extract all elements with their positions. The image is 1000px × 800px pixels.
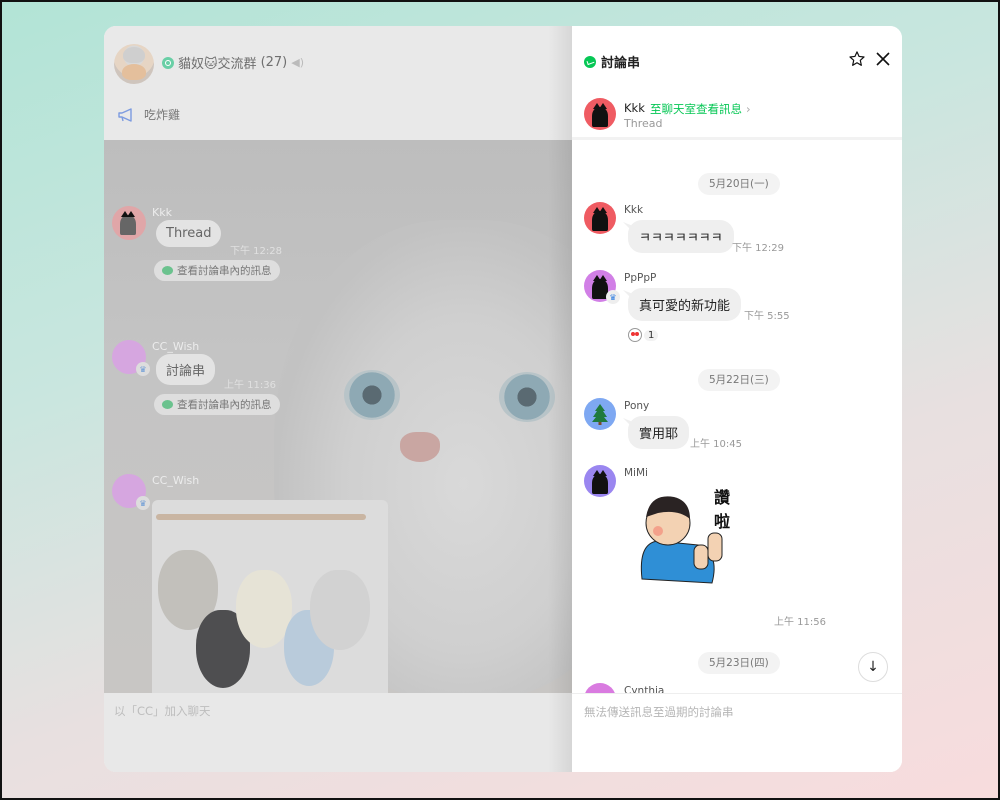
message-time: 下午 5:55 xyxy=(744,311,790,322)
message-time: 上午 10:45 xyxy=(690,439,742,450)
group-title[interactable]: 貓奴🐱交流群 (27) ◀) xyxy=(162,53,304,72)
crown-icon: ♛ xyxy=(136,496,150,510)
photo-message[interactable] xyxy=(152,500,388,693)
sender-name: PpPpP xyxy=(624,272,657,284)
group-avatar[interactable] xyxy=(114,44,154,84)
sender-name: Kkk xyxy=(152,206,172,219)
star-icon xyxy=(849,51,865,66)
avatar[interactable] xyxy=(584,398,616,430)
close-icon xyxy=(876,52,890,66)
parent-message-text: Thread xyxy=(624,117,663,130)
heart-eyes-emoji-icon xyxy=(628,328,642,342)
message-bubble[interactable]: 真可愛的新功能 xyxy=(628,288,742,321)
message-bubble[interactable]: 討論串 xyxy=(156,354,216,385)
avatar[interactable]: ♛ xyxy=(112,474,150,510)
sender-name: CC_Wish xyxy=(152,340,200,353)
avatar[interactable] xyxy=(584,98,616,130)
openchat-icon xyxy=(162,56,174,69)
sender-name: Cynthia xyxy=(624,685,665,693)
thread-bubble-icon xyxy=(162,400,173,409)
go-to-chat-link[interactable]: 至聊天室查看訊息 › xyxy=(650,101,751,117)
member-count: (27) xyxy=(260,55,288,70)
panel-shadow xyxy=(548,26,572,772)
chat-input[interactable]: 以「CC」加入聊天 xyxy=(104,693,572,772)
message-bubble[interactable]: ㅋㅋㅋㅋㅋㅋㅋ xyxy=(628,220,734,253)
thread-messages: 5月20日(一) Kkk ㅋㅋㅋㅋㅋㅋㅋ 下午 12:29 ♛ PpPpP 真可… xyxy=(572,143,902,693)
date-separator: 5月23日(四) xyxy=(698,652,780,674)
thread-title: 討論串 xyxy=(584,52,640,71)
date-separator: 5月22日(三) xyxy=(698,369,780,391)
date-separator: 5月20日(一) xyxy=(698,173,780,195)
thread-parent-message: Kkk 至聊天室查看訊息 › Thread xyxy=(572,90,902,140)
thread-bubble-icon xyxy=(162,266,173,275)
chat-room-panel: 貓奴🐱交流群 (27) ◀) 吃炸雞 Kkk Thread 下午 12:28 查… xyxy=(104,26,572,772)
svg-text:啦: 啦 xyxy=(714,512,730,531)
thread-header: 討論串 xyxy=(572,26,902,90)
chevron-right-icon: › xyxy=(746,102,751,116)
go-to-chat-label: 至聊天室查看訊息 xyxy=(650,102,742,116)
chat-messages: Kkk Thread 下午 12:28 查看討論串內的訊息 ♛ CC_Wish … xyxy=(104,140,572,693)
parent-sender-name: Kkk xyxy=(624,101,645,115)
chat-header: 貓奴🐱交流群 (27) ◀) 吃炸雞 xyxy=(104,26,572,140)
sender-name: CC_Wish xyxy=(152,474,200,487)
announcement-text: 吃炸雞 xyxy=(144,108,181,122)
view-thread-button[interactable]: 查看討論串內的訊息 xyxy=(154,394,280,415)
favorite-button[interactable] xyxy=(848,50,866,68)
avatar[interactable] xyxy=(112,206,146,240)
sender-name: Pony xyxy=(624,400,650,412)
sticker-message[interactable]: 讚 啦 xyxy=(628,483,748,603)
message-time: 下午 12:29 xyxy=(732,243,784,254)
view-thread-button[interactable]: 查看討論串內的訊息 xyxy=(154,260,280,281)
message-bubble[interactable]: 實用耶 xyxy=(628,416,690,449)
message-time: 上午 11:36 xyxy=(224,380,276,391)
group-name: 貓奴🐱交流群 xyxy=(178,57,257,72)
crown-icon: ♛ xyxy=(606,290,620,304)
megaphone-icon xyxy=(118,107,134,122)
background-cat-eye xyxy=(344,370,400,420)
crown-icon: ♛ xyxy=(136,362,150,376)
reaction-badge[interactable]: 1 xyxy=(628,328,659,342)
close-button[interactable] xyxy=(874,50,892,68)
announcement-bar[interactable]: 吃炸雞 xyxy=(118,106,180,123)
view-thread-label: 查看討論串內的訊息 xyxy=(177,399,272,411)
reaction-count: 1 xyxy=(644,329,659,341)
speaker-muted-icon: ◀) xyxy=(291,56,305,69)
scroll-to-bottom-button[interactable]: ↓ xyxy=(858,652,888,682)
avatar[interactable] xyxy=(584,202,616,234)
app-window: 貓奴🐱交流群 (27) ◀) 吃炸雞 Kkk Thread 下午 12:28 查… xyxy=(104,26,902,772)
background-cat-nose xyxy=(400,432,440,462)
avatar[interactable]: ♛ xyxy=(112,340,150,376)
chat-input-placeholder: 以「CC」加入聊天 xyxy=(114,704,211,718)
avatar[interactable] xyxy=(584,465,616,497)
avatar[interactable]: ♛ xyxy=(584,270,620,304)
thread-input[interactable]: 無法傳送訊息至過期的討論串 xyxy=(572,693,902,772)
message-time: 上午 11:56 xyxy=(774,617,826,628)
background-cat-eye xyxy=(499,372,555,422)
thread-panel: 討論串 Kkk 至聊天室查看訊息 › Thread 5月20日(一) Kkk ㅋㅋ… xyxy=(572,26,902,772)
message-bubble[interactable]: Thread xyxy=(156,220,222,247)
view-thread-label: 查看討論串內的訊息 xyxy=(177,265,272,277)
sender-name: MiMi xyxy=(624,467,648,479)
sender-name: Kkk xyxy=(624,204,644,216)
thread-input-placeholder: 無法傳送訊息至過期的討論串 xyxy=(584,705,734,719)
message-time: 下午 12:28 xyxy=(230,246,282,257)
avatar[interactable] xyxy=(584,683,616,693)
svg-text:讚: 讚 xyxy=(714,488,730,507)
tree-icon xyxy=(592,404,608,425)
arrow-down-icon: ↓ xyxy=(867,659,879,675)
thread-title-text: 討論串 xyxy=(601,56,641,71)
thread-icon xyxy=(584,55,596,68)
mountain-icon xyxy=(584,683,616,693)
